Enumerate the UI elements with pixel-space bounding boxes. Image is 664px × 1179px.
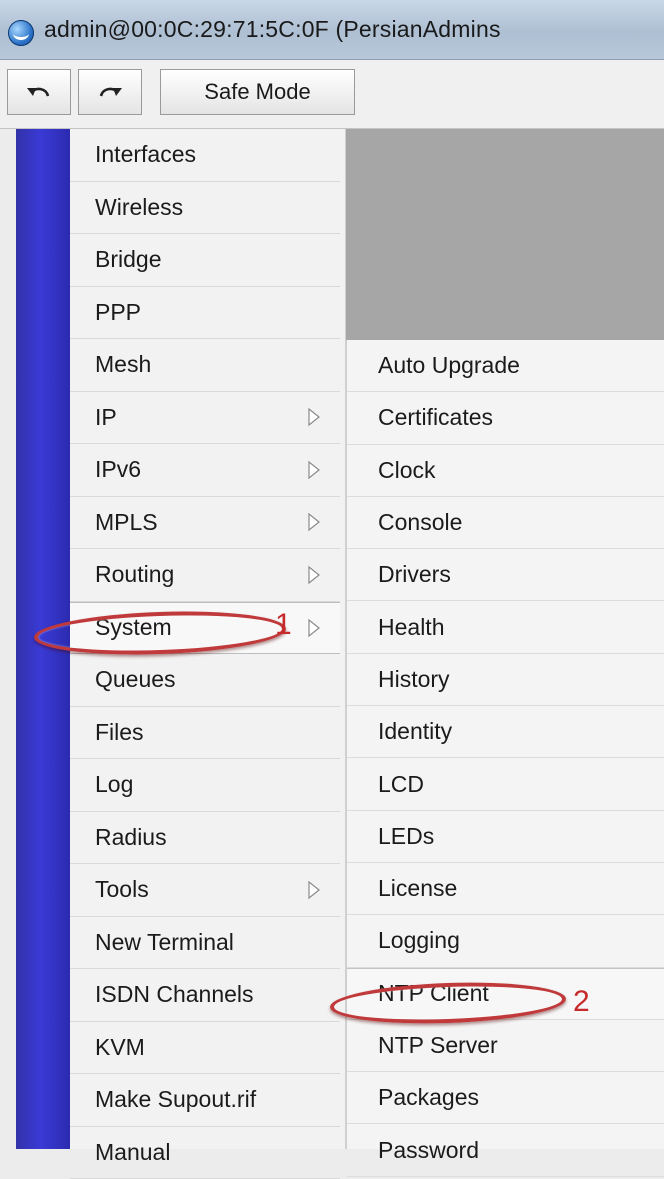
menu-item-label: Queues [95,666,176,693]
brand-strip [16,129,70,1149]
menu-item-label: PPP [95,299,141,326]
menu-item-label: ISDN Channels [95,981,254,1008]
submenu-item-auto-upgrade[interactable]: Auto Upgrade [347,340,664,392]
submenu-item-logging[interactable]: Logging [347,915,664,967]
menu-item-label: New Terminal [95,929,234,956]
undo-icon [24,79,54,105]
undo-button[interactable] [7,69,71,115]
submenu-item-license[interactable]: License [347,863,664,915]
menu-item-mpls[interactable]: MPLS [70,497,340,550]
menu-item-new-terminal[interactable]: New Terminal [70,917,340,970]
menu-item-kvm[interactable]: KVM [70,1022,340,1075]
menu-item-ipv6[interactable]: IPv6 [70,444,340,497]
safe-mode-button[interactable]: Safe Mode [160,69,355,115]
submenu-item-label: LEDs [378,823,434,850]
redo-button[interactable] [78,69,142,115]
submenu-item-drivers[interactable]: Drivers [347,549,664,601]
redo-icon [95,79,125,105]
winbox-icon [8,20,34,46]
menu-item-bridge[interactable]: Bridge [70,234,340,287]
menu-item-system[interactable]: System [70,602,340,655]
submenu-arrow-icon [307,618,321,638]
submenu-item-lcd[interactable]: LCD [347,758,664,810]
menu-item-label: Routing [95,561,174,588]
menu-item-label: MPLS [95,509,158,536]
main-menu: Interfaces Wireless Bridge PPP Mesh IP IPv6 MPL… [70,129,346,1149]
menu-item-label: System [95,614,172,641]
menu-item-label: IP [95,404,117,431]
menu-item-interfaces[interactable]: Interfaces [70,129,340,182]
menu-item-log[interactable]: Log [70,759,340,812]
submenu-item-label: Password [378,1137,479,1164]
submenu-arrow-icon [307,407,321,427]
menu-item-label: Interfaces [95,141,196,168]
submenu-item-clock[interactable]: Clock [347,445,664,497]
submenu-item-ntp-client[interactable]: NTP Client [347,968,664,1020]
menu-item-files[interactable]: Files [70,707,340,760]
menu-item-label: Files [95,719,144,746]
menu-item-label: Bridge [95,246,161,273]
submenu-item-label: LCD [378,771,424,798]
submenu-item-label: Console [378,509,462,536]
menu-item-make-supout-rif[interactable]: Make Supout.rif [70,1074,340,1127]
menu-item-ppp[interactable]: PPP [70,287,340,340]
menu-item-label: Mesh [95,351,151,378]
submenu-item-label: Packages [378,1084,479,1111]
menu-item-wireless[interactable]: Wireless [70,182,340,235]
menu-item-routing[interactable]: Routing [70,549,340,602]
submenu-item-label: Drivers [378,561,451,588]
submenu-item-label: NTP Client [378,980,489,1007]
menu-item-ip[interactable]: IP [70,392,340,445]
menu-item-mesh[interactable]: Mesh [70,339,340,392]
submenu-item-label: License [378,875,457,902]
menu-item-queues[interactable]: Queues [70,654,340,707]
window-titlebar[interactable]: admin@00:0C:29:71:5C:0F (PersianAdmins [0,0,664,60]
submenu-item-label: Auto Upgrade [378,352,520,379]
submenu-item-certificates[interactable]: Certificates [347,392,664,444]
submenu-item-history[interactable]: History [347,654,664,706]
toolbar: Safe Mode [0,60,664,129]
menu-item-isdn-channels[interactable]: ISDN Channels [70,969,340,1022]
submenu-item-label: Health [378,614,444,641]
submenu-item-label: NTP Server [378,1032,498,1059]
submenu-arrow-icon [307,460,321,480]
menu-item-manual[interactable]: Manual [70,1127,340,1179]
submenu-item-console[interactable]: Console [347,497,664,549]
menu-item-label: Tools [95,876,149,903]
submenu-arrow-icon [307,880,321,900]
menu-item-label: KVM [95,1034,145,1061]
submenu-arrow-icon [307,512,321,532]
menu-item-label: IPv6 [95,456,141,483]
menu-item-label: Radius [95,824,167,851]
submenu-item-health[interactable]: Health [347,602,664,654]
menu-item-radius[interactable]: Radius [70,812,340,865]
submenu-item-leds[interactable]: LEDs [347,811,664,863]
menu-item-label: Manual [95,1139,170,1166]
submenu-item-label: Certificates [378,404,493,431]
submenu-item-packages[interactable]: Packages [347,1072,664,1124]
system-submenu: Auto Upgrade Certificates Clock Console Driv… [346,340,664,1149]
menu-item-label: Log [95,771,133,798]
submenu-arrow-icon [307,565,321,585]
submenu-item-label: Clock [378,457,436,484]
submenu-item-label: Identity [378,718,452,745]
window-title: admin@00:0C:29:71:5C:0F (PersianAdmins [44,16,501,43]
submenu-item-ntp-server[interactable]: NTP Server [347,1020,664,1072]
submenu-item-identity[interactable]: Identity [347,706,664,758]
menu-item-label: Make Supout.rif [95,1086,256,1113]
submenu-item-password[interactable]: Password [347,1125,664,1177]
submenu-item-label: History [378,666,450,693]
submenu-item-label: Logging [378,927,460,954]
menu-item-tools[interactable]: Tools [70,864,340,917]
workspace-area [346,129,664,340]
menu-item-label: Wireless [95,194,183,221]
